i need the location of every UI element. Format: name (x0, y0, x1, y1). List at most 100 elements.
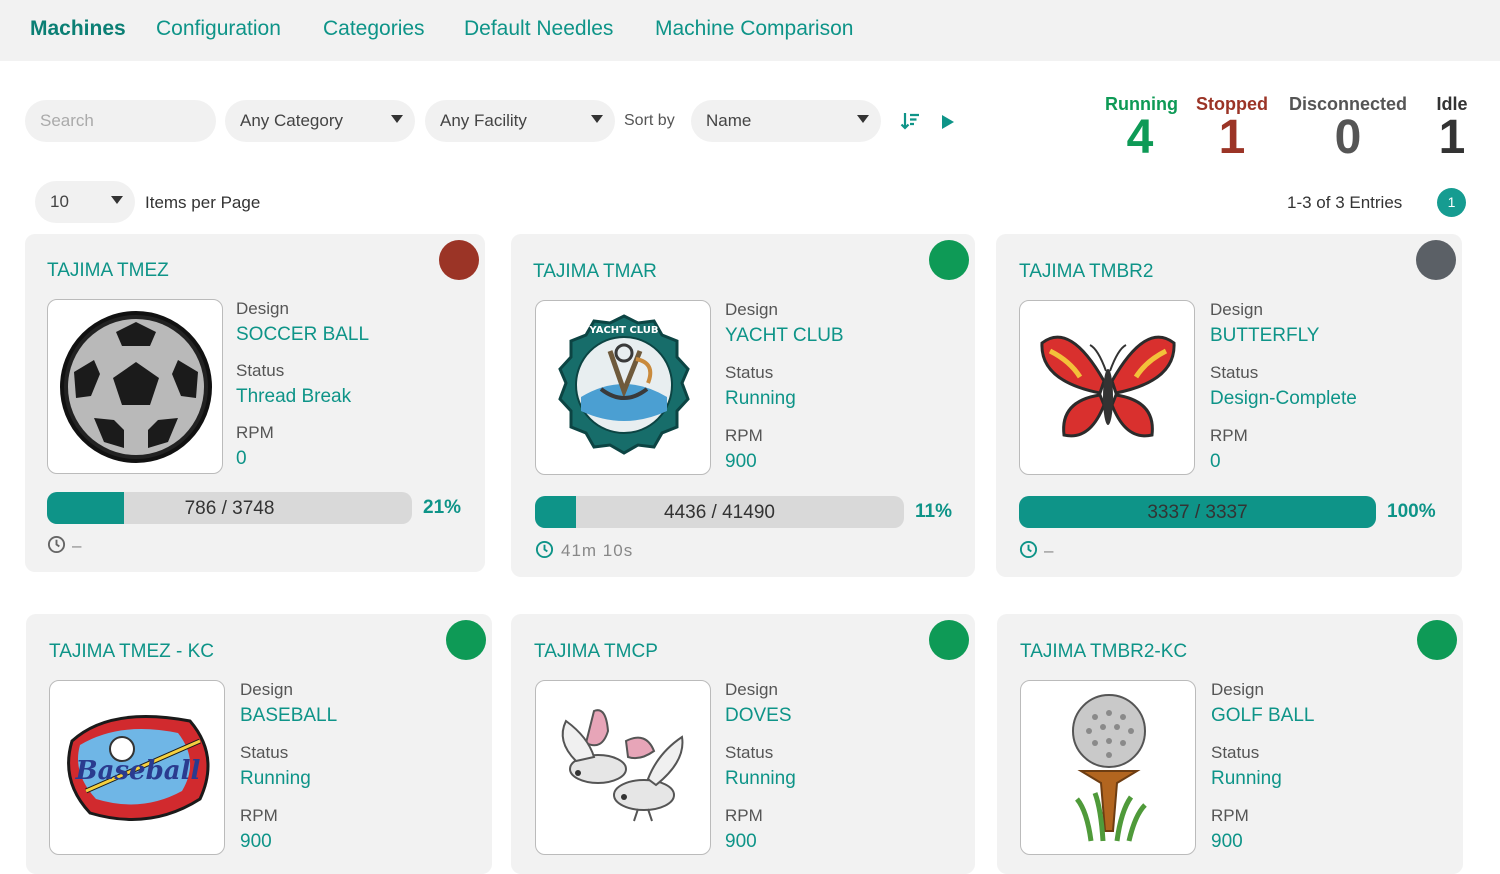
tab-machines[interactable]: Machines (30, 17, 126, 41)
clock-icon (47, 535, 66, 554)
chevron-down-icon (591, 115, 603, 123)
design-value: YACHT CLUB (725, 325, 844, 346)
design-value: GOLF BALL (1211, 705, 1315, 726)
page-1-button[interactable]: 1 (1437, 188, 1466, 217)
design-thumbnail (1019, 300, 1195, 475)
design-thumbnail (1020, 680, 1196, 855)
design-thumbnail (535, 680, 711, 855)
search-input[interactable]: Search (25, 100, 216, 142)
chevron-down-icon (857, 115, 869, 123)
sort-select-value: Name (706, 111, 752, 130)
stitch-count: 3337 / 3337 (1147, 502, 1248, 523)
status-value: Thread Break (236, 386, 352, 407)
design-label: Design (240, 680, 293, 699)
clock-icon (1019, 540, 1038, 559)
soccer-ball-icon (60, 311, 212, 463)
status-label: Status (725, 363, 774, 382)
machine-name: TAJIMA TMCP (534, 641, 658, 662)
stitch-progress-bar: 4436 / 41490 (535, 496, 904, 528)
design-value: SOCCER BALL (236, 324, 370, 345)
machine-card[interactable]: TAJIMA TMCP Design DOVES Status Running … (511, 614, 975, 874)
top-nav: Machines Configuration Categories Defaul… (0, 0, 1500, 61)
status-value: Running (725, 388, 796, 409)
status-value: Design-Complete (1210, 388, 1357, 409)
status-indicator-dot (1416, 240, 1456, 280)
design-thumbnail (47, 299, 223, 474)
machine-card[interactable]: TAJIMA TMEZ Design SOCCER BALL Status Th… (25, 234, 485, 572)
design-thumbnail: YACHT CLUB (535, 300, 711, 475)
tab-categories[interactable]: Categories (323, 17, 425, 41)
status-label: Status (1210, 363, 1259, 382)
items-per-page-select[interactable]: 10 (35, 181, 135, 223)
stitch-count: 4436 / 41490 (664, 502, 775, 523)
butterfly-icon (1040, 335, 1176, 438)
elapsed-time: 41m 10s (561, 541, 634, 560)
stat-running-value: 4 (1126, 111, 1154, 164)
chevron-down-icon (111, 196, 123, 204)
elapsed-time: – (1044, 541, 1055, 560)
items-per-page-label: Items per Page (145, 193, 261, 212)
sort-select[interactable]: Name (691, 100, 881, 142)
stat-disconnected-value: 0 (1334, 111, 1362, 164)
status-indicator-dot (929, 240, 969, 280)
category-select[interactable]: Any Category (225, 100, 415, 142)
play-icon[interactable] (940, 114, 956, 130)
tab-machine-comparison[interactable]: Machine Comparison (655, 17, 853, 41)
machine-card[interactable]: TAJIMA TMBR2 Design BUTTERFLY Status Des… (996, 234, 1462, 577)
sort-direction-icon[interactable] (900, 111, 920, 131)
status-value: Running (1211, 768, 1282, 789)
tab-configuration[interactable]: Configuration (156, 17, 281, 41)
progress-percent: 21% (423, 497, 462, 518)
status-label: Status (725, 743, 774, 762)
chevron-down-icon (391, 115, 403, 123)
category-select-value: Any Category (240, 111, 343, 130)
machine-name: TAJIMA TMEZ (47, 260, 169, 281)
stitch-progress-bar: 3337 / 3337 (1019, 496, 1376, 528)
machine-card[interactable]: TAJIMA TMAR YACHT CLUB Design YACHT CLUB… (511, 234, 975, 577)
stitch-count: 786 / 3748 (184, 498, 275, 519)
rpm-label: RPM (1211, 806, 1249, 825)
design-value: DOVES (725, 705, 792, 726)
design-label: Design (236, 299, 289, 318)
machine-name: TAJIMA TMAR (533, 261, 657, 282)
baseball-patch-icon: Baseball (67, 715, 210, 821)
status-value: Running (240, 768, 311, 789)
design-value: BASEBALL (240, 705, 338, 726)
facility-select-value: Any Facility (440, 111, 527, 130)
status-indicator-dot (439, 240, 479, 280)
progress-percent: 100% (1387, 501, 1436, 522)
tab-default-needles[interactable]: Default Needles (464, 17, 613, 41)
machine-name: TAJIMA TMBR2 (1019, 261, 1154, 282)
design-label: Design (1210, 300, 1263, 319)
design-value: BUTTERFLY (1210, 325, 1320, 346)
rpm-value: 900 (725, 451, 757, 472)
doves-icon (561, 709, 684, 822)
progress-percent: 11% (915, 501, 952, 522)
stat-stopped: Stopped 1 (1192, 94, 1272, 164)
entries-count: 1-3 of 3 Entries (1287, 193, 1403, 212)
stat-stopped-value: 1 (1218, 111, 1246, 164)
machine-card[interactable]: TAJIMA TMEZ - KC Baseball Design BASEBAL… (26, 614, 492, 874)
patch-text: YACHT CLUB (588, 325, 658, 336)
sort-by-label: Sort by (624, 112, 675, 129)
rpm-value: 900 (725, 831, 757, 852)
rpm-value: 900 (1211, 831, 1243, 852)
status-indicator-dot (929, 620, 969, 660)
design-label: Design (1211, 680, 1264, 699)
machine-card[interactable]: TAJIMA TMBR2-KC Design GOLF BALL Status … (997, 614, 1463, 874)
rpm-label: RPM (240, 806, 278, 825)
rpm-value: 0 (236, 448, 247, 469)
rpm-value: 0 (1210, 451, 1221, 472)
design-label: Design (725, 300, 778, 319)
facility-select[interactable]: Any Facility (425, 100, 615, 142)
stat-running: Running 4 (1105, 94, 1178, 164)
golf-ball-icon (1072, 694, 1147, 842)
items-per-page-value: 10 (50, 192, 69, 211)
stat-idle: Idle 1 (1428, 94, 1476, 162)
clock-icon (535, 540, 554, 559)
status-value: Running (725, 768, 796, 789)
patch-text: Baseball (75, 756, 201, 786)
rpm-value: 900 (240, 831, 272, 852)
rpm-label: RPM (725, 806, 763, 825)
status-indicator-dot (1417, 620, 1457, 660)
